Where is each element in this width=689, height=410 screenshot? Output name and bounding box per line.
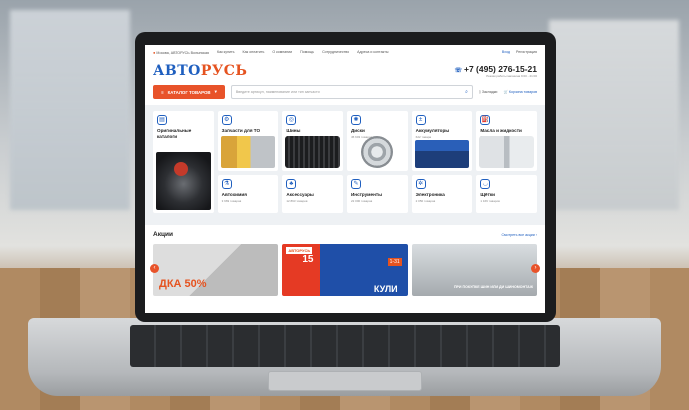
nav-link[interactable]: Сотрудничество (322, 50, 349, 54)
engine-image (156, 152, 211, 210)
chevron-right-icon: › (535, 232, 537, 237)
phone-icon: ☏ (454, 68, 462, 74)
catalog-button[interactable]: ≡ КАТАЛОГ ТОВАРОВ ▾ (153, 85, 225, 99)
phone-number[interactable]: ☏ +7 (495) 276-15-21 (454, 64, 537, 74)
search-input[interactable]: Введите артикул, наименование или тип за… (230, 85, 473, 99)
flask-icon: ⚗ (221, 179, 232, 189)
catalog-bar: ≡ КАТАЛОГ ТОВАРОВ ▾ Введите артикул, наиме… (145, 83, 545, 101)
laptop-trackpad (268, 371, 422, 391)
carousel-prev-button[interactable]: ‹ (150, 264, 159, 273)
cart-icon: 🛒 (503, 90, 508, 94)
login-link[interactable]: Вход (502, 50, 510, 54)
catalog-icon: ▤ (157, 115, 167, 125)
oil-image (479, 136, 534, 168)
category-card[interactable]: ✺ Диски 45 603 товаров (347, 111, 408, 171)
wheel-image (361, 136, 394, 168)
logo[interactable]: АВТОРУСЬ (153, 63, 247, 79)
promo-banner[interactable]: ПРИ ПОКУПКЕ ШИН ИЛИ ДИ ШИНОМОНТАЖ (411, 244, 537, 296)
location[interactable]: ● Москва, АВТОРУСЬ Волынская (153, 50, 209, 55)
oil-icon: ⛽ (480, 115, 491, 125)
carousel-next-button[interactable]: › (531, 264, 540, 273)
bookmark-icon: ▯ (478, 90, 481, 94)
header: АВТОРУСЬ ☏ +7 (495) 276-15-21 Режим работ… (145, 59, 545, 83)
category-card[interactable]: ◡ Щётки 1 169 товаров (476, 175, 537, 213)
bookmarks-link[interactable]: ▯ Закладки (479, 90, 498, 94)
category-card[interactable]: ◎ Шины 21 244 товаров (282, 111, 343, 171)
tire-icon: ◎ (286, 115, 297, 125)
parts-image (220, 136, 276, 168)
search-icon[interactable]: ⌕ (465, 89, 468, 95)
tire-image (285, 136, 340, 168)
wiper-icon: ◡ (480, 179, 491, 189)
laptop-screen: ● Москва, АВТОРУСЬ Волынская Как купить … (145, 45, 545, 313)
phone-box: ☏ +7 (495) 276-15-21 Режим работы магазин… (454, 64, 537, 78)
category-card[interactable]: ✲ Электроника 2 050 товаров (411, 175, 473, 213)
promo-carousel: ДКА 50% АВТОРУСЬ 15 1-31 КУЛИ ПРИ ПОКУПК… (150, 244, 540, 296)
promo-all-link[interactable]: Смотреть все акции › (501, 233, 537, 237)
background-window-left (10, 10, 130, 210)
header-links: ▯ Закладки 🛒 Корзина товаров (479, 90, 537, 94)
categories-section: ▤ Оригинальные каталоги ⚙ Запчасти для Т… (145, 105, 545, 225)
category-card[interactable]: ✎ Инструменты 22 000 товаров (347, 175, 408, 213)
chevron-down-icon: ▾ (214, 89, 217, 94)
promo-section: Акции Смотреть все акции › ДКА 50% АВТОР… (145, 225, 545, 302)
nav-link[interactable]: Как оплатить (243, 50, 265, 54)
nav-link[interactable]: Помощь (300, 50, 314, 54)
battery-icon: ± (415, 115, 426, 125)
air-freshener-icon: ♣ (286, 179, 297, 189)
wrench-icon: ✎ (351, 179, 361, 189)
phone-hours: Режим работы магазина 9:00 - 21:00 (486, 74, 537, 78)
battery-image (414, 140, 470, 168)
gear-icon: ⚙ (221, 115, 232, 125)
category-card[interactable]: ⛽ Масла и жидкости 3 985 товаров (476, 111, 537, 171)
category-card[interactable]: ♣ Аксессуары 12 893 товаров (282, 175, 343, 213)
cart-link[interactable]: 🛒 Корзина товаров (503, 90, 537, 94)
category-card[interactable]: ⚙ Запчасти для ТО (217, 111, 279, 171)
promo-banner[interactable]: ДКА 50% (153, 244, 279, 296)
menu-icon: ≡ (161, 89, 164, 95)
nav-link[interactable]: Как купить (217, 50, 235, 54)
laptop-keyboard (130, 325, 560, 367)
wheel-icon: ✺ (351, 115, 361, 125)
category-card[interactable]: ± Аккумуляторы 622 товара (411, 111, 473, 171)
register-link[interactable]: Регистрация (516, 50, 537, 54)
nav-link[interactable]: О компании (272, 50, 292, 54)
category-card[interactable]: ▤ Оригинальные каталоги (153, 111, 214, 213)
chip-icon: ✲ (415, 179, 426, 189)
promo-banner[interactable]: АВТОРУСЬ 15 1-31 КУЛИ (282, 244, 408, 296)
top-bar: ● Москва, АВТОРУСЬ Волынская Как купить … (145, 45, 545, 59)
background-window-right (549, 20, 679, 210)
promo-title: Акции (153, 231, 173, 238)
category-card[interactable]: ⚗ Автохимия 3 969 товаров (217, 175, 279, 213)
nav-link[interactable]: Адреса и контакты (357, 50, 388, 54)
